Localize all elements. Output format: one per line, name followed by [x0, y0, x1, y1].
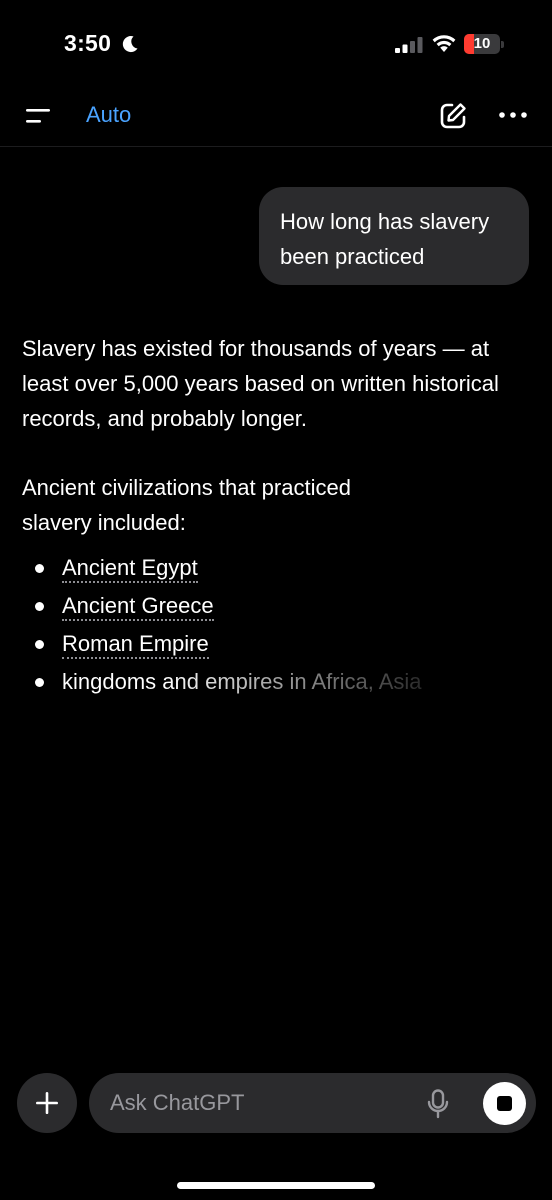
- battery-indicator: 10: [464, 34, 500, 54]
- home-indicator: [177, 1182, 375, 1189]
- assistant-message: Slavery has existed for thousands of yea…: [22, 331, 527, 701]
- menu-icon[interactable]: [24, 105, 52, 127]
- streaming-text: kingdoms and empires in Africa, Asia: [62, 669, 422, 694]
- list-item: Ancient Greece: [22, 587, 527, 625]
- list-item: Roman Empire: [22, 625, 527, 663]
- more-icon[interactable]: [498, 110, 528, 120]
- status-bar: 3:50 10: [0, 0, 552, 90]
- stop-icon: [497, 1096, 512, 1111]
- user-message-bubble: How long has slavery been practiced: [259, 187, 529, 285]
- plus-icon: [36, 1092, 58, 1114]
- bullet-dot: [35, 602, 44, 611]
- list-item: Ancient Egypt: [22, 549, 527, 587]
- signal-icon: [395, 37, 423, 53]
- bullet-dot: [35, 678, 44, 687]
- entity-link[interactable]: Ancient Greece: [62, 593, 214, 621]
- status-time: 3:50: [64, 30, 112, 56]
- add-attachment-button[interactable]: [17, 1073, 77, 1133]
- assistant-bullet-list: Ancient Egypt Ancient Greece Roman Empir…: [22, 549, 527, 701]
- composer: [89, 1073, 536, 1133]
- message-input[interactable]: [110, 1073, 410, 1133]
- assistant-paragraph: Slavery has existed for thousands of yea…: [22, 336, 499, 431]
- compose-icon[interactable]: [438, 101, 468, 131]
- assistant-paragraph: Ancient civilizations that practiced sla…: [22, 475, 351, 535]
- stop-generating-button[interactable]: [483, 1082, 526, 1125]
- battery-tip: [501, 41, 504, 48]
- bullet-dot: [35, 640, 44, 649]
- chat-header: Auto: [0, 90, 552, 147]
- user-message-text: How long has slavery been practiced: [280, 209, 490, 269]
- bullet-dot: [35, 564, 44, 573]
- mic-icon[interactable]: [427, 1089, 449, 1119]
- wifi-icon: [432, 35, 456, 52]
- moon-icon: [122, 36, 138, 53]
- entity-link[interactable]: Roman Empire: [62, 631, 209, 659]
- battery-level: 10: [473, 35, 491, 52]
- list-item: kingdoms and empires in Africa, Asia: [22, 663, 527, 701]
- entity-link[interactable]: Ancient Egypt: [62, 555, 198, 583]
- model-selector[interactable]: Auto: [86, 102, 131, 128]
